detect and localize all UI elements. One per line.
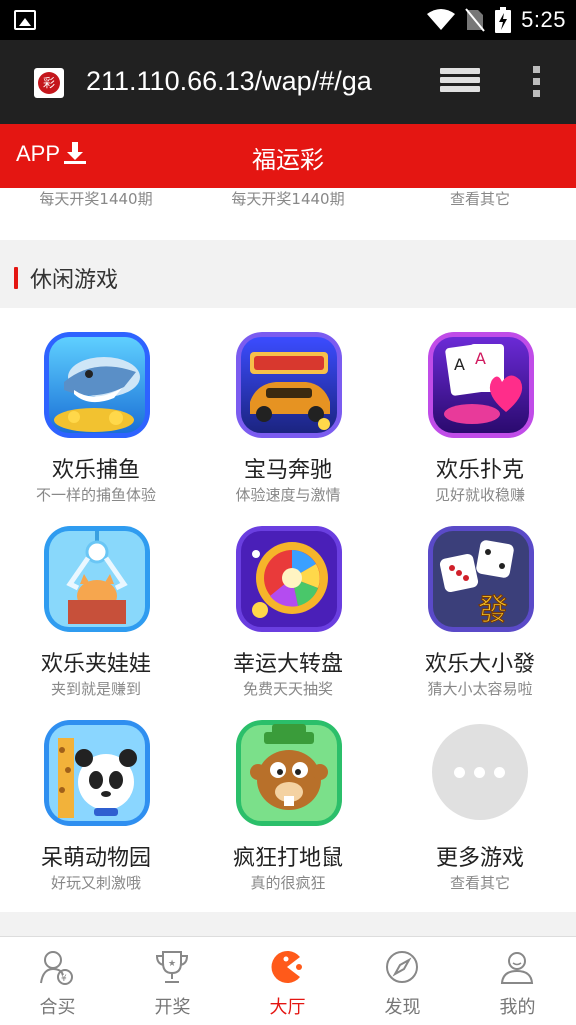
section-title-text: 休闲游戏: [30, 268, 119, 293]
more-dots-icon: [432, 724, 528, 820]
nav-item-discover[interactable]: 发现: [345, 937, 460, 1025]
previous-row-partial: 每天开奖1440期 每天开奖1440期 查看其它: [0, 188, 576, 218]
clock: 5:25: [521, 7, 566, 32]
section-accent-bar: [14, 267, 18, 289]
status-bar: 5:25: [0, 0, 576, 40]
dice-icon: 發: [428, 526, 534, 632]
game-item-fishing[interactable]: 欢乐捕鱼 不一样的捕鱼体验: [0, 308, 192, 504]
app-header: APP 福运彩: [0, 124, 576, 188]
bottom-nav: ¥ 合买 ★ 开奖 大厅 发现 我的: [0, 936, 576, 1024]
nav-label: 开奖: [154, 997, 191, 1018]
favicon-text: 彩: [38, 72, 60, 94]
tabs-icon[interactable]: [440, 68, 480, 98]
racing-car-icon: [236, 332, 342, 438]
wifi-icon: [427, 9, 456, 30]
section-divider: [0, 912, 576, 936]
shark-fishing-icon: [44, 332, 150, 438]
group-buy-icon: ¥: [40, 951, 73, 985]
game-grid: 欢乐捕鱼 不一样的捕鱼体验 宝马奔驰 体验速度与激情 A A 欢乐扑克 见好就收…: [0, 308, 576, 912]
partial-subtitle-1: 每天开奖1440期: [39, 190, 153, 208]
nav-item-lottery-results[interactable]: ★ 开奖: [115, 937, 230, 1025]
game-name: 幸运大转盘: [232, 652, 343, 677]
game-item-more[interactable]: 更多游戏 查看其它: [384, 696, 576, 892]
game-item-claw[interactable]: 欢乐夹娃娃 夹到就是赚到: [0, 502, 192, 698]
site-favicon: 彩: [34, 68, 64, 98]
nav-item-group-buy[interactable]: ¥ 合买: [0, 937, 115, 1025]
nav-item-profile[interactable]: 我的: [460, 937, 575, 1025]
nav-label: 合买: [39, 997, 76, 1018]
game-item-dice[interactable]: 發 欢乐大小發 猜大小太容易啦: [384, 502, 576, 698]
nav-label: 发现: [384, 997, 421, 1018]
nav-item-hall[interactable]: 大厅: [230, 937, 345, 1025]
overflow-menu-icon[interactable]: [533, 66, 541, 100]
battery-charging-icon: [495, 7, 512, 33]
prize-wheel-icon: [236, 526, 342, 632]
svg-text:發: 發: [478, 593, 508, 628]
game-subtitle: 好玩又刺激哦: [50, 874, 141, 892]
svg-text:A: A: [454, 355, 465, 374]
hall-icon: [271, 951, 302, 983]
partial-subtitle-3: 查看其它: [449, 190, 510, 208]
game-subtitle: 真的很疯狂: [250, 874, 326, 892]
compass-icon: [386, 951, 418, 983]
game-name: 宝马奔驰: [243, 458, 332, 483]
trophy-icon: ★: [155, 951, 189, 983]
game-item-poker[interactable]: A A 欢乐扑克 见好就收稳赚: [384, 308, 576, 504]
game-name: 欢乐捕鱼: [51, 458, 140, 483]
game-name: 欢乐大小發: [424, 652, 535, 677]
url-field[interactable]: 211.110.66.13/wap/#/ga: [86, 66, 416, 97]
svg-text:★: ★: [168, 959, 176, 969]
game-name: 更多游戏: [435, 846, 524, 871]
svg-text:A: A: [475, 349, 486, 368]
browser-address-bar: 彩 211.110.66.13/wap/#/ga: [0, 40, 576, 124]
poker-cards-icon: A A: [428, 332, 534, 438]
no-sim-icon: [465, 8, 485, 32]
claw-machine-icon: [44, 526, 150, 632]
svg-text:¥: ¥: [61, 974, 67, 984]
game-item-wheel[interactable]: 幸运大转盘 免费天天抽奖: [192, 502, 384, 698]
section-title: 休闲游戏: [14, 262, 118, 294]
game-item-racing[interactable]: 宝马奔驰 体验速度与激情: [192, 308, 384, 504]
page-title: 福运彩: [252, 146, 324, 174]
game-name: 欢乐夹娃娃: [40, 652, 151, 677]
game-item-mole[interactable]: 疯狂打地鼠 真的很疯狂: [192, 696, 384, 892]
gallery-notification-icon: [14, 10, 36, 30]
game-item-zoo[interactable]: 呆萌动物园 好玩又刺激哦: [0, 696, 192, 892]
game-name: 疯狂打地鼠: [232, 846, 343, 871]
profile-icon: [500, 952, 534, 984]
game-name: 呆萌动物园: [40, 846, 151, 871]
whack-mole-icon: [236, 720, 342, 826]
nav-label: 我的: [499, 997, 536, 1018]
zoo-animals-icon: [44, 720, 150, 826]
partial-subtitle-2: 每天开奖1440期: [231, 190, 345, 208]
game-name: 欢乐扑克: [435, 458, 524, 483]
game-subtitle: 查看其它: [449, 874, 510, 892]
nav-label: 大厅: [269, 997, 306, 1018]
